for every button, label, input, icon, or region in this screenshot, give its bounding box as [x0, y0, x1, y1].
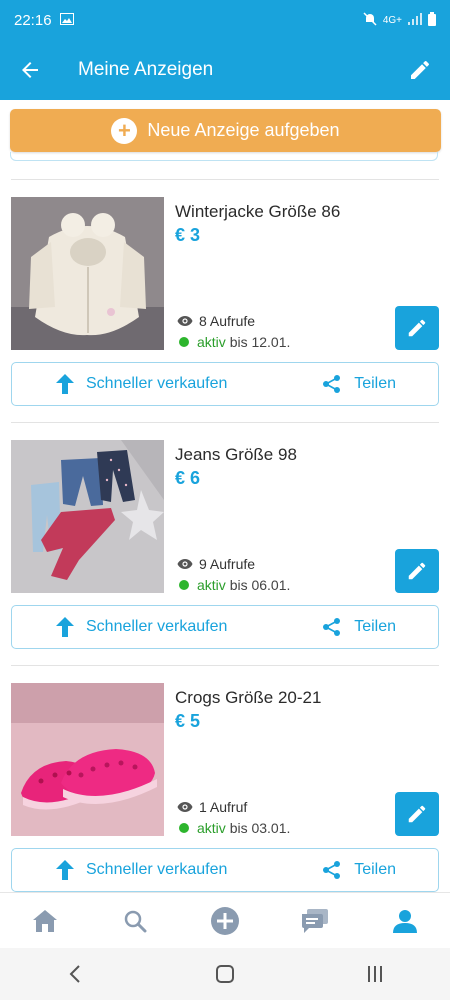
ad-views: 9 Aufrufe	[177, 556, 255, 572]
system-recents-button[interactable]	[345, 948, 405, 1000]
add-circle-icon	[211, 906, 239, 935]
system-navigation	[0, 948, 450, 1000]
status-active: aktiv	[197, 820, 226, 836]
status-bar: 22:16 4G+	[0, 0, 450, 40]
ad-actions: Schneller verkaufen Teilen	[11, 848, 439, 892]
chevron-left-icon	[69, 965, 80, 983]
status-dot-icon	[179, 337, 189, 347]
ad-title[interactable]: Crogs Größe 20-21	[175, 688, 321, 708]
battery-icon	[428, 11, 436, 29]
ad-image-winter-jacket[interactable]	[11, 197, 164, 350]
plus-circle-icon: +	[111, 117, 138, 144]
edit-ad-button[interactable]	[395, 792, 439, 836]
views-count: 9 Aufrufe	[199, 556, 256, 572]
share-label: Teilen	[354, 618, 396, 635]
share-icon	[323, 375, 341, 393]
ad-card[interactable]: Crogs Größe 20-21 € 5 1 Aufruf aktiv bis…	[0, 665, 450, 892]
status-until: bis 03.01.	[229, 820, 291, 836]
ad-image-crocs[interactable]	[11, 683, 164, 836]
views-count: 1 Aufruf	[199, 799, 248, 815]
ad-title[interactable]: Winterjacke Größe 86	[175, 202, 340, 222]
status-dot-icon	[179, 580, 189, 590]
share-label: Teilen	[354, 861, 396, 878]
sell-faster-label: Schneller verkaufen	[86, 861, 228, 878]
ad-title[interactable]: Jeans Größe 98	[175, 445, 297, 465]
system-home-button[interactable]	[195, 948, 255, 1000]
status-active: aktiv	[197, 334, 226, 350]
views-count: 8 Aufrufe	[199, 313, 256, 329]
share-icon	[323, 861, 341, 879]
ad-views: 1 Aufruf	[177, 799, 247, 815]
arrow-up-icon	[56, 860, 74, 880]
recents-icon	[368, 966, 382, 982]
new-ad-label: Neue Anzeige aufgeben	[147, 120, 340, 140]
nav-add[interactable]	[195, 893, 255, 949]
sell-faster-label: Schneller verkaufen	[86, 375, 228, 392]
ad-status: aktiv bis 03.01.	[179, 820, 290, 836]
pencil-icon	[408, 805, 426, 823]
eye-icon	[177, 559, 193, 569]
pencil-icon	[411, 60, 429, 79]
search-icon	[124, 910, 147, 932]
share-button[interactable]: Teilen	[322, 374, 396, 394]
ad-status: aktiv bis 12.01.	[179, 334, 290, 350]
pencil-icon	[408, 562, 426, 580]
eye-icon	[177, 802, 193, 812]
mute-icon	[363, 11, 377, 29]
share-icon	[323, 618, 341, 636]
status-until: bis 12.01.	[229, 334, 291, 350]
status-time: 22:16	[14, 11, 52, 29]
page-title: Meine Anzeigen	[78, 59, 214, 80]
bottom-navigation	[0, 892, 450, 948]
ad-actions: Schneller verkaufen Teilen	[11, 605, 439, 649]
ad-actions: Schneller verkaufen Teilen	[11, 362, 439, 406]
gallery-notification-icon	[59, 12, 74, 29]
arrow-up-icon	[56, 617, 74, 637]
arrow-back-icon	[22, 62, 38, 78]
ad-price: € 6	[175, 468, 201, 488]
share-button[interactable]: Teilen	[322, 860, 396, 880]
ad-views: 8 Aufrufe	[177, 313, 255, 329]
share-button[interactable]: Teilen	[322, 617, 396, 637]
nav-profile[interactable]	[375, 893, 435, 949]
previous-card-edge	[10, 152, 438, 161]
nav-home[interactable]	[15, 893, 75, 949]
pencil-icon	[408, 319, 426, 337]
arrow-up-icon	[56, 374, 74, 394]
sell-faster-button[interactable]: Schneller verkaufen	[56, 860, 227, 880]
new-ad-button[interactable]: + Neue Anzeige aufgeben	[10, 109, 441, 152]
edit-ads-button[interactable]	[390, 40, 450, 100]
nav-messages[interactable]	[285, 893, 345, 949]
ads-list[interactable]: Winterjacke Größe 86 € 3 8 Aufrufe aktiv…	[0, 152, 450, 892]
ad-card[interactable]: Jeans Größe 98 € 6 9 Aufrufe aktiv bis 0…	[0, 422, 450, 649]
home-square-icon	[216, 965, 234, 983]
status-left: 22:16	[14, 12, 74, 29]
status-dot-icon	[179, 823, 189, 833]
app-bar: Meine Anzeigen	[0, 40, 450, 100]
messages-icon	[302, 908, 328, 933]
sell-faster-button[interactable]: Schneller verkaufen	[56, 374, 227, 394]
eye-icon	[177, 316, 193, 326]
profile-icon	[393, 909, 417, 933]
sell-faster-button[interactable]: Schneller verkaufen	[56, 617, 227, 637]
ad-card[interactable]: Winterjacke Größe 86 € 3 8 Aufrufe aktiv…	[0, 179, 450, 406]
system-back-button[interactable]	[45, 948, 105, 1000]
nav-search[interactable]	[105, 893, 165, 949]
ad-price: € 3	[175, 225, 201, 245]
status-until: bis 06.01.	[229, 577, 291, 593]
signal-icon	[408, 12, 422, 28]
home-icon	[33, 909, 57, 932]
edit-ad-button[interactable]	[395, 306, 439, 350]
edit-ad-button[interactable]	[395, 549, 439, 593]
ad-price: € 5	[175, 711, 201, 731]
network-type: 4G+	[382, 14, 402, 26]
ad-image-jeans[interactable]	[11, 440, 164, 593]
ad-status: aktiv bis 06.01.	[179, 577, 290, 593]
status-right: 4G+	[363, 11, 436, 29]
status-active: aktiv	[197, 577, 226, 593]
back-button[interactable]	[0, 40, 60, 100]
sell-faster-label: Schneller verkaufen	[86, 618, 228, 635]
share-label: Teilen	[354, 375, 396, 392]
